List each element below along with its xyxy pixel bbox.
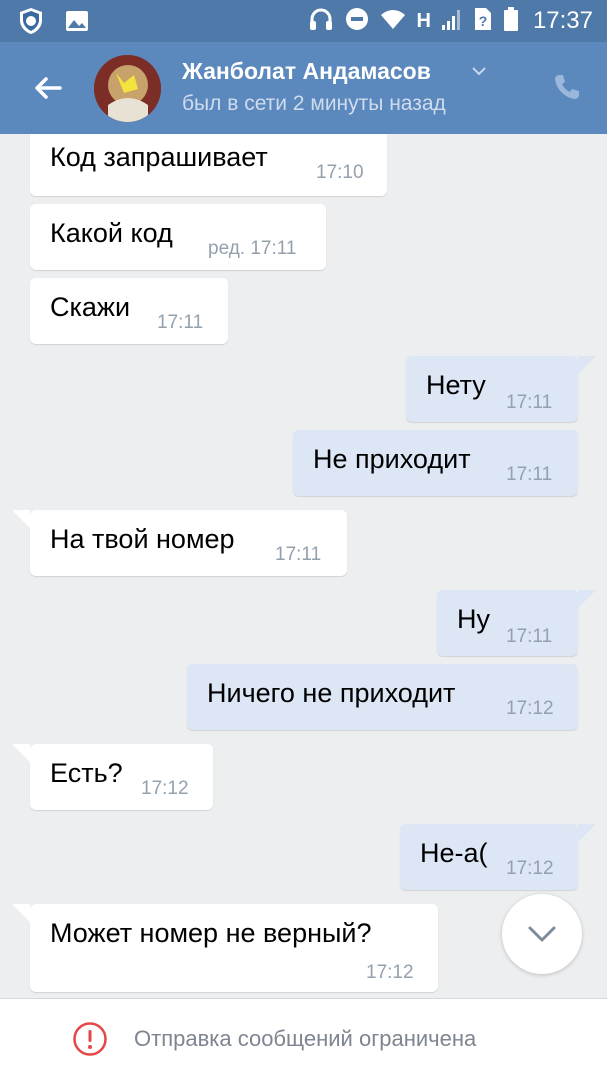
message-bubble-outgoing[interactable]: Не-а( 17:12 [400, 824, 596, 890]
bubble-tail [12, 904, 30, 922]
message-bubble-incoming[interactable]: На твой номер 17:11 [12, 510, 347, 576]
message-time: 17:12 [366, 962, 414, 983]
bubble-tail [12, 510, 30, 528]
message-time: 17:11 [506, 464, 553, 485]
message-text: На твой номер [50, 524, 235, 554]
warning-icon [72, 1021, 108, 1057]
image-icon [64, 8, 90, 39]
bubble-tail [578, 356, 596, 374]
bubble-tail [578, 824, 596, 842]
message-bubble-incoming[interactable]: Какой код ред. 17:11 [30, 204, 326, 270]
battery-icon [503, 6, 519, 37]
message-time: 17:11 [275, 544, 322, 565]
message-time: 17:12 [506, 858, 554, 879]
message-text: Не-а( [420, 838, 488, 868]
message-text: Код запрашивает [50, 142, 268, 172]
message-time: 17:11 [506, 626, 553, 647]
bubble-tail [12, 744, 30, 762]
message-bubble-incoming[interactable]: Скажи 17:11 [30, 278, 228, 344]
avatar[interactable] [94, 55, 161, 122]
message-text: Не приходит [313, 444, 471, 474]
sim-unknown-icon: ? [473, 6, 493, 37]
chat-header: Жанболат Андамасов был в сети 2 минуты н… [0, 42, 607, 134]
message-text: Нету [426, 370, 486, 400]
message-bubble-incoming[interactable]: Может номер не верный? 17:12 [12, 904, 438, 992]
status-bar: H ? 17:37 [0, 0, 607, 42]
svg-text:?: ? [479, 13, 488, 29]
message-bubble-incoming[interactable]: Код запрашивает 17:10 [30, 134, 387, 196]
message-bubble-outgoing[interactable]: Ничего не приходит 17:12 [187, 664, 578, 730]
shield-icon [16, 6, 46, 41]
message-time: 17:10 [316, 162, 364, 183]
back-arrow-icon[interactable] [28, 68, 68, 108]
message-time: 17:11 [157, 312, 204, 333]
message-bubble-outgoing[interactable]: Нету 17:11 [406, 356, 596, 422]
wifi-icon [380, 7, 406, 36]
message-list[interactable]: Код запрашивает 17:10 Какой код ред. 17:… [0, 134, 607, 998]
message-text: Ничего не приходит [207, 678, 456, 708]
message-time: 17:12 [141, 778, 189, 799]
chevron-down-icon [526, 920, 558, 953]
scroll-down-button[interactable] [502, 894, 582, 974]
last-seen-status: был в сети 2 минуты назад [182, 92, 446, 115]
composer-restricted-banner: Отправка сообщений ограничена [0, 998, 607, 1081]
status-time: 17:37 [532, 7, 593, 34]
restriction-notice: Отправка сообщений ограничена [134, 1026, 477, 1051]
chevron-down-icon[interactable] [470, 62, 488, 80]
message-bubble-outgoing[interactable]: Не приходит 17:11 [293, 430, 578, 496]
headphones-icon [308, 6, 334, 37]
message-text: Какой код [50, 218, 173, 248]
message-time: 17:11 [506, 392, 553, 413]
phone-icon[interactable] [552, 72, 582, 102]
message-text: Ну [457, 604, 490, 634]
message-bubble-incoming[interactable]: Есть? 17:12 [12, 744, 213, 810]
message-text: Есть? [50, 758, 123, 788]
signal-icon [441, 7, 463, 36]
network-type: H [416, 9, 431, 32]
do-not-disturb-icon [344, 6, 370, 37]
contact-name[interactable]: Жанболат Андамасов [182, 58, 431, 85]
message-time: 17:12 [506, 698, 554, 719]
bubble-tail [578, 590, 596, 608]
message-text: Может номер не верный? [50, 918, 372, 948]
message-bubble-outgoing[interactable]: Ну 17:11 [437, 590, 596, 656]
message-time: ред. 17:11 [208, 238, 297, 259]
message-text: Скажи [50, 292, 131, 322]
